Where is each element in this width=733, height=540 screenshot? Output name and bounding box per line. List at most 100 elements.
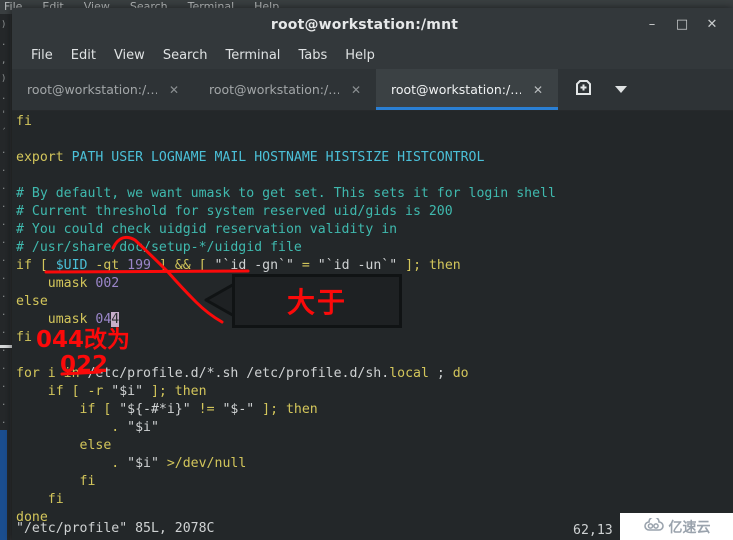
terminal-line: export PATH USER LOGNAME MAIL HOSTNAME H… [16, 149, 733, 167]
terminal-window: root@workstation:/mnt – □ ✕ File Edit View… [12, 8, 733, 540]
terminal-token: . [16, 420, 128, 435]
terminal-token: $UID [55, 258, 88, 273]
terminal-screen[interactable]: fi export PATH USER LOGNAME MAIL HOSTNAM… [12, 111, 733, 540]
terminal-token: . [16, 456, 128, 471]
terminal-token: "$i" [111, 384, 144, 399]
terminal-line: # /usr/share/doc/setup-*/uidgid file [16, 239, 733, 257]
terminal-token: >/dev/null [158, 456, 247, 471]
watermark: 亿速云 [620, 513, 733, 540]
terminal-tab-1[interactable]: root@workstation:/… ✕ [12, 69, 194, 110]
terminal-line: fi [16, 491, 733, 509]
tab-label: root@workstation:/… [26, 82, 157, 97]
terminal-token: 002 [95, 276, 120, 291]
terminal-token: PATH USER LOGNAME MAIL HOSTNAME HISTSIZE… [71, 150, 485, 165]
terminal-line: . "$i" >/dev/null [16, 455, 733, 473]
terminal-line: else [16, 437, 733, 455]
terminal-token: ] [151, 258, 175, 273]
title-bar[interactable]: root@workstation:/mnt – □ ✕ [12, 8, 733, 41]
watermark-text: 亿速云 [668, 519, 711, 536]
terminal-line: umask 002 [16, 275, 733, 293]
terminal-token: export [16, 150, 72, 165]
vim-status-position: 62,13 [573, 523, 613, 538]
terminal-line: if [ $UID -gt 199 ] && [ "`id -gn`" = "`… [16, 257, 733, 275]
terminal-token: fi [16, 474, 96, 489]
terminal-cursor: 4 [111, 312, 120, 327]
terminal-token: then [428, 258, 461, 273]
tab-close-icon[interactable]: ✕ [351, 84, 361, 96]
terminal-token: ; [428, 366, 453, 381]
menu-item-edit[interactable]: Edit [62, 45, 105, 66]
tab-strip: root@workstation:/… ✕ root@workstation:/… ✕… [12, 69, 558, 110]
minimize-icon[interactable]: – [637, 8, 667, 41]
terminal-token: fi [16, 492, 64, 507]
terminal-line: fi [16, 329, 733, 347]
terminal-token: /etc/profile.d/*.sh /etc/profile.d/sh. [79, 366, 390, 381]
terminal-token: 199 [127, 258, 151, 273]
terminal-line: if [ "${-#*i}" != "$-" ]; then [16, 401, 733, 419]
maximize-icon[interactable]: □ [667, 8, 697, 41]
tab-bar-tools [558, 69, 733, 110]
terminal-token: else [16, 294, 48, 309]
terminal-token: if [ -r [16, 384, 112, 399]
menu-item-view[interactable]: View [105, 45, 154, 66]
terminal-token: "`id -gn`" [214, 258, 294, 273]
menu-item-search[interactable]: Search [154, 45, 217, 66]
menu-item-tabs[interactable]: Tabs [289, 45, 336, 66]
tab-close-icon[interactable]: ✕ [533, 84, 543, 96]
terminal-token: else [16, 438, 112, 453]
tab-label: root@workstation:/… [390, 82, 521, 97]
terminal-token: "${-#*i}" [119, 402, 191, 417]
terminal-token: # Current threshold for system reserved … [16, 204, 453, 219]
terminal-token: "$-" [222, 402, 255, 417]
terminal-tab-3[interactable]: root@workstation:/… ✕ [376, 69, 558, 110]
terminal-token: [ [190, 258, 215, 273]
tab-bar: root@workstation:/… ✕ root@workstation:/… ✕… [12, 69, 733, 111]
terminal-token: fi [16, 330, 32, 345]
cloud-icon [643, 516, 665, 536]
terminal-token: "$i" [127, 420, 159, 435]
terminal-token: ]; then [143, 384, 207, 399]
menu-bar: File Edit View Search Terminal Tabs Help [12, 41, 733, 69]
chevron-down-icon[interactable] [615, 86, 627, 93]
terminal-line: fi [16, 113, 733, 131]
terminal-token: ]; then [254, 402, 318, 417]
terminal-token: ]; [397, 258, 429, 273]
terminal-token: fi [16, 114, 32, 129]
terminal-line: # You could check uidgid reservation val… [16, 221, 733, 239]
terminal-text: fi export PATH USER LOGNAME MAIL HOSTNAM… [16, 113, 733, 527]
terminal-token: local [389, 366, 429, 381]
terminal-line: fi [16, 473, 733, 491]
background-window-scrollbar[interactable] [0, 430, 7, 540]
menu-item-terminal[interactable]: Terminal [216, 45, 289, 66]
terminal-tab-2[interactable]: root@workstation:/… ✕ [194, 69, 376, 110]
terminal-token: "`id -un`" [317, 258, 398, 273]
menu-item-file[interactable]: File [22, 45, 62, 66]
terminal-token: "$i" [127, 456, 159, 471]
terminal-token: umask [16, 312, 96, 327]
terminal-token: umask [16, 276, 96, 291]
terminal-token: in [63, 366, 80, 381]
terminal-line: # By default, we want umask to get set. … [16, 185, 733, 203]
terminal-token: # /usr/share/doc/setup-*/uidgid file [16, 240, 302, 255]
new-tab-icon[interactable] [574, 78, 593, 101]
close-icon[interactable]: ✕ [697, 8, 727, 41]
terminal-token: # By default, we want umask to get set. … [16, 186, 556, 201]
terminal-token: = [293, 258, 318, 273]
terminal-line: . "$i" [16, 419, 733, 437]
window-title: root@workstation:/mnt [270, 16, 459, 33]
terminal-token: && [174, 258, 191, 273]
terminal-line: umask 044 [16, 311, 733, 329]
terminal-token: # You could check uidgid reservation val… [16, 222, 398, 237]
terminal-token: do [452, 366, 469, 381]
tab-close-icon[interactable]: ✕ [169, 84, 179, 96]
terminal-token: for i [16, 366, 64, 381]
terminal-token: if [ [16, 402, 120, 417]
menu-item-help[interactable]: Help [336, 45, 384, 66]
terminal-line: else [16, 293, 733, 311]
terminal-token: 04 [95, 312, 112, 327]
tab-label: root@workstation:/… [208, 82, 339, 97]
terminal-line: if [ -r "$i" ]; then [16, 383, 733, 401]
